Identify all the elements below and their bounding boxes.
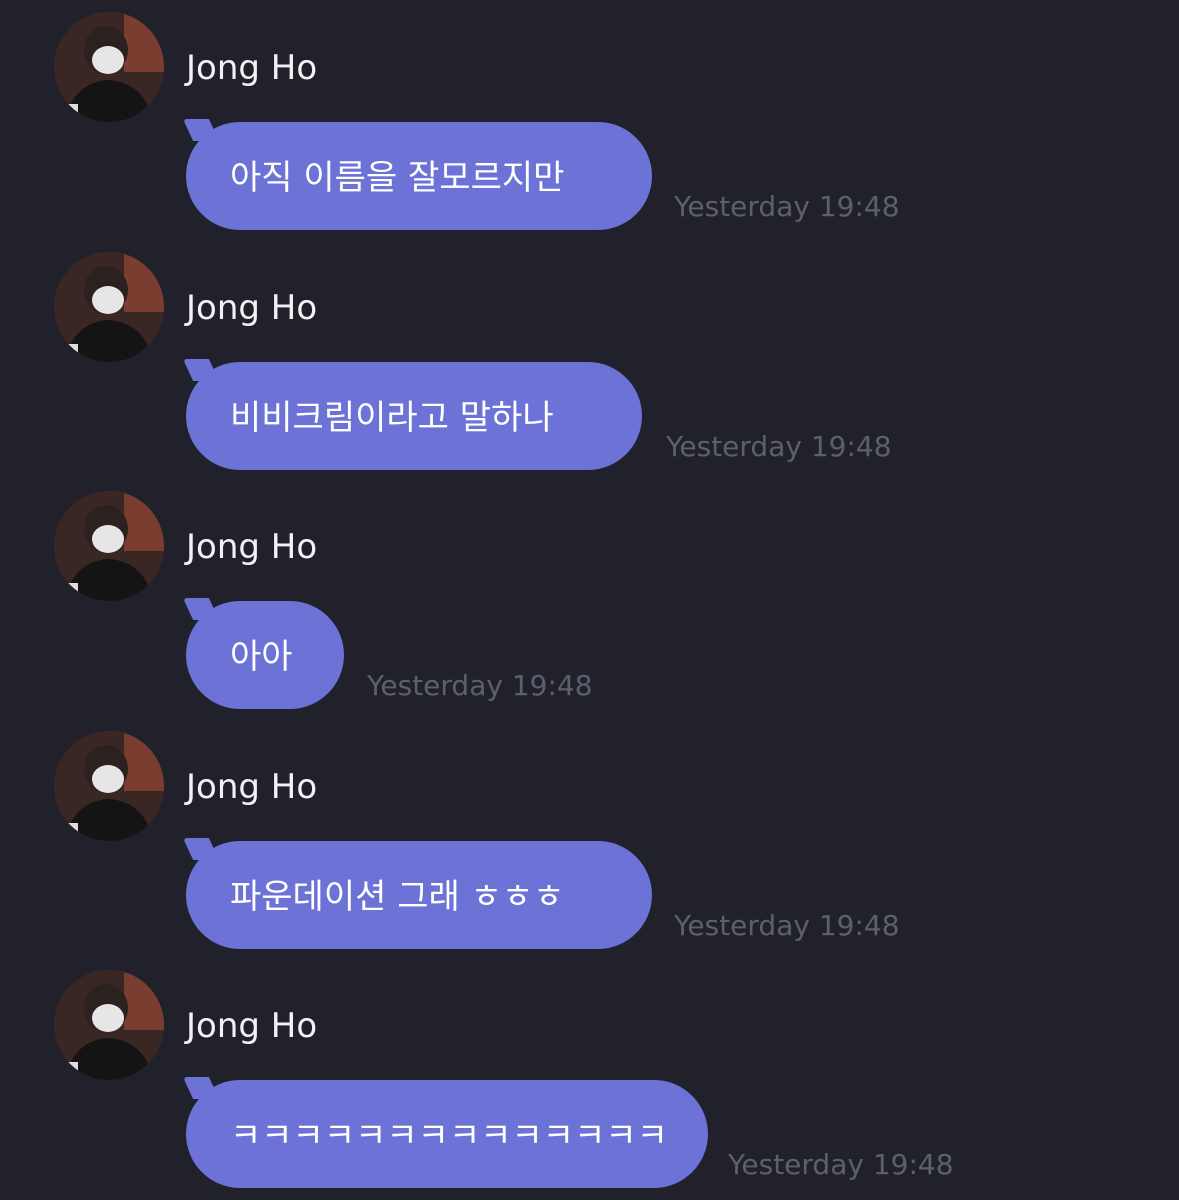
message-bubble[interactable]: 아아 — [186, 601, 344, 709]
message-text: ㅋㅋㅋㅋㅋㅋㅋㅋㅋㅋㅋㅋㅋㅋ — [230, 1115, 668, 1156]
sender-name: Jong Ho — [186, 767, 318, 807]
message-text: 아아 — [230, 636, 293, 677]
sender-name: Jong Ho — [186, 527, 318, 567]
message-item: Jong Ho 아아 Yesterday 19:48 — [0, 479, 1179, 719]
avatar[interactable] — [54, 12, 164, 122]
message-bubble[interactable]: 비비크림이라고 말하나 — [186, 362, 642, 470]
avatar-photo-icon — [54, 491, 164, 601]
message-text: 비비크림이라고 말하나 — [230, 397, 554, 438]
avatar-photo-icon — [54, 970, 164, 1080]
avatar[interactable] — [54, 970, 164, 1080]
message-item: Jong Ho 아직 이름을 잘모르지만 Yesterday 19:48 — [0, 0, 1179, 240]
avatar-photo-icon — [54, 731, 164, 841]
message-bubble[interactable]: 아직 이름을 잘모르지만 — [186, 122, 652, 230]
message-timestamp: Yesterday 19:48 — [666, 430, 892, 463]
message-timestamp: Yesterday 19:48 — [728, 1148, 954, 1181]
message-bubble[interactable]: 파운데이션 그래 ㅎㅎㅎ — [186, 841, 652, 949]
avatar[interactable] — [54, 491, 164, 601]
message-timestamp: Yesterday 19:48 — [674, 190, 900, 223]
sender-name: Jong Ho — [186, 48, 318, 88]
message-timestamp: Yesterday 19:48 — [367, 669, 593, 702]
message-item: Jong Ho 파운데이션 그래 ㅎㅎㅎ Yesterday 19:48 — [0, 719, 1179, 959]
message-timestamp: Yesterday 19:48 — [674, 909, 900, 942]
message-bubble[interactable]: ㅋㅋㅋㅋㅋㅋㅋㅋㅋㅋㅋㅋㅋㅋ — [186, 1080, 708, 1188]
sender-name: Jong Ho — [186, 288, 318, 328]
message-text: 파운데이션 그래 ㅎㅎㅎ — [230, 876, 565, 917]
message-item: Jong Ho 비비크림이라고 말하나 Yesterday 19:48 — [0, 240, 1179, 480]
avatar-photo-icon — [54, 12, 164, 122]
avatar-photo-icon — [54, 252, 164, 362]
avatar[interactable] — [54, 252, 164, 362]
message-text: 아직 이름을 잘모르지만 — [230, 157, 565, 198]
sender-name: Jong Ho — [186, 1006, 318, 1046]
message-item: Jong Ho ㅋㅋㅋㅋㅋㅋㅋㅋㅋㅋㅋㅋㅋㅋ Yesterday 19:48 — [0, 958, 1179, 1198]
avatar[interactable] — [54, 731, 164, 841]
